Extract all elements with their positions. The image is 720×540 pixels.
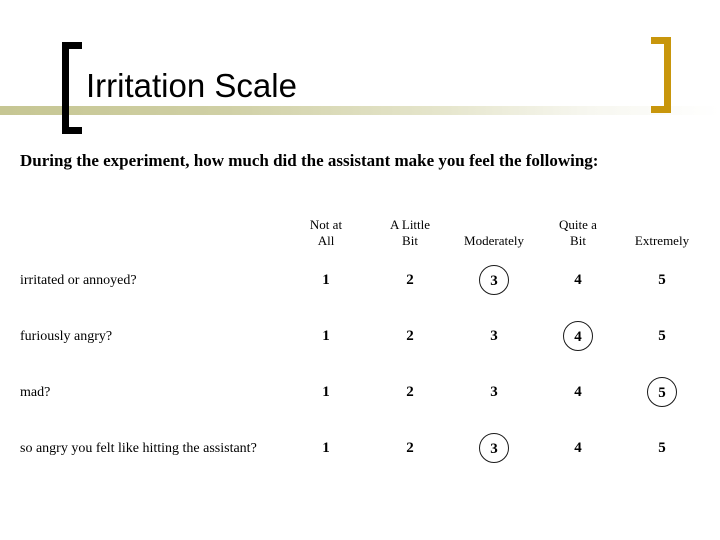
- right-bracket-top-arm: [651, 37, 671, 44]
- rating-option-1[interactable]: 1: [311, 377, 341, 407]
- rating-cell: 3: [452, 308, 536, 364]
- left-bracket-top-arm: [62, 42, 82, 49]
- rating-option-5[interactable]: 5: [647, 377, 677, 407]
- question-label: irritated or annoyed?: [20, 272, 137, 288]
- rating-cell: 1: [284, 364, 368, 420]
- title-underline-rule: [0, 106, 720, 115]
- page-title: Irritation Scale: [86, 67, 297, 104]
- rating-cell: 5: [620, 364, 704, 420]
- rating-cell: 3: [452, 252, 536, 308]
- rating-option-3[interactable]: 3: [479, 433, 509, 463]
- rating-option-3[interactable]: 3: [479, 321, 509, 351]
- irritation-scale-table: Not at All A Little Bit Moderately Quite…: [20, 200, 704, 476]
- column-header-line-1: Quite a: [559, 217, 597, 232]
- right-bracket-stem: [664, 37, 671, 113]
- rating-cell: 1: [284, 308, 368, 364]
- column-header-line-2: Extremely: [634, 233, 690, 248]
- table-row: irritated or annoyed? 1 2 3 4 5: [20, 252, 704, 308]
- rating-cell: 1: [284, 252, 368, 308]
- rating-cell: 3: [452, 364, 536, 420]
- left-bracket-bottom-arm: [62, 127, 82, 134]
- column-header-moderately: Moderately: [452, 200, 536, 252]
- column-header-extremely: Extremely: [620, 200, 704, 252]
- rating-option-3[interactable]: 3: [479, 377, 509, 407]
- table-row: so angry you felt like hitting the assis…: [20, 420, 704, 476]
- question-label: mad?: [20, 384, 51, 400]
- rating-cell: 4: [536, 308, 620, 364]
- rating-option-5[interactable]: 5: [647, 265, 677, 295]
- rating-option-5[interactable]: 5: [647, 433, 677, 463]
- table-header-row: Not at All A Little Bit Moderately Quite…: [20, 200, 704, 252]
- rating-option-4[interactable]: 4: [563, 433, 593, 463]
- rating-option-2[interactable]: 2: [395, 377, 425, 407]
- table-row: mad? 1 2 3 4 5: [20, 364, 704, 420]
- rating-cell: 2: [368, 308, 452, 364]
- rating-option-5[interactable]: 5: [647, 321, 677, 351]
- rating-option-3[interactable]: 3: [479, 265, 509, 295]
- label-column-header: [20, 200, 284, 252]
- column-header-not-at-all: Not at All: [284, 200, 368, 252]
- column-header-line-2: Bit: [402, 233, 418, 248]
- question-label: furiously angry?: [20, 328, 113, 344]
- rating-option-4[interactable]: 4: [563, 377, 593, 407]
- rating-cell: 4: [536, 252, 620, 308]
- left-bracket-stem: [62, 42, 69, 134]
- rating-cell: 2: [368, 420, 452, 476]
- rating-cell: 4: [536, 364, 620, 420]
- column-header-line-2: All: [317, 233, 335, 248]
- right-bracket-bottom-arm: [651, 106, 671, 113]
- rating-option-4[interactable]: 4: [563, 265, 593, 295]
- rating-cell: 2: [368, 252, 452, 308]
- rating-option-4[interactable]: 4: [563, 321, 593, 351]
- rating-option-2[interactable]: 2: [395, 265, 425, 295]
- question-label: so angry you felt like hitting the assis…: [20, 440, 257, 456]
- left-bracket-decoration: [62, 42, 82, 134]
- rating-cell: 4: [536, 420, 620, 476]
- column-header-a-little-bit: A Little Bit: [368, 200, 452, 252]
- rating-cell: 2: [368, 364, 452, 420]
- rating-cell: 5: [620, 252, 704, 308]
- rating-option-1[interactable]: 1: [311, 265, 341, 295]
- column-header-line-1: Not at: [309, 217, 343, 232]
- column-header-quite-a-bit: Quite a Bit: [536, 200, 620, 252]
- rating-cell: 3: [452, 420, 536, 476]
- rating-cell: 5: [620, 308, 704, 364]
- table-row: furiously angry? 1 2 3 4 5: [20, 308, 704, 364]
- rating-option-2[interactable]: 2: [395, 321, 425, 351]
- rating-option-1[interactable]: 1: [311, 433, 341, 463]
- rating-option-1[interactable]: 1: [311, 321, 341, 351]
- rating-cell: 5: [620, 420, 704, 476]
- column-header-line-1: A Little: [389, 217, 431, 232]
- rating-cell: 1: [284, 420, 368, 476]
- rating-option-2[interactable]: 2: [395, 433, 425, 463]
- right-bracket-decoration: [651, 37, 671, 113]
- survey-prompt: During the experiment, how much did the …: [20, 151, 599, 170]
- slide-header: Irritation Scale: [0, 0, 720, 140]
- column-header-line-2: Bit: [570, 233, 586, 248]
- column-header-line-2: Moderately: [464, 233, 524, 248]
